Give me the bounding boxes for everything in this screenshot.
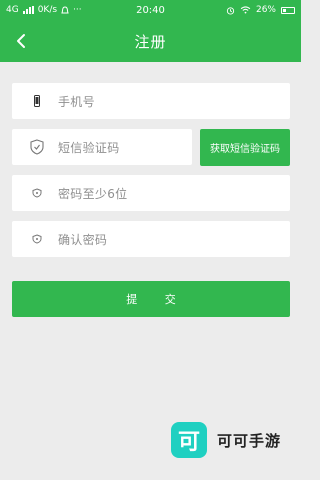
wifi-icon: [240, 6, 251, 14]
confirm-password-placeholder: 确认密码: [58, 232, 108, 247]
page-title: 注册: [134, 32, 167, 51]
watermark-logo: 可: [171, 422, 207, 458]
lock-icon: [28, 188, 46, 198]
phone-placeholder: 手机号: [58, 94, 95, 109]
back-button[interactable]: [10, 30, 32, 52]
more-icon: ···: [73, 5, 82, 15]
status-time: 20:40: [136, 4, 165, 16]
signal-icon: [22, 6, 34, 14]
alarm-icon: [226, 6, 235, 15]
battery-icon: [281, 6, 295, 14]
notification-icon: [61, 5, 69, 13]
get-sms-code-button[interactable]: 获取短信验证码: [200, 129, 290, 166]
watermark-brand: 可可手游: [217, 431, 282, 450]
status-right: 26%: [175, 5, 295, 15]
sms-code-field[interactable]: 短信验证码: [12, 129, 192, 165]
app-header: 注册: [0, 20, 301, 62]
password-placeholder: 密码至少6位: [58, 186, 128, 201]
sms-code-placeholder: 短信验证码: [58, 140, 120, 155]
phone-field[interactable]: 手机号: [12, 83, 290, 119]
chevron-left-icon: [17, 34, 25, 48]
watermark: 可 可可手游: [171, 418, 281, 462]
battery-percent: 26%: [255, 5, 276, 15]
status-left: 4G 0K/s ···: [6, 5, 126, 15]
submit-button[interactable]: 提 交: [12, 281, 290, 317]
network-type: 4G: [6, 5, 19, 15]
status-bar: 4G 0K/s ··· 20:40 26%: [0, 0, 301, 20]
lock-icon: [28, 234, 46, 244]
password-field[interactable]: 密码至少6位: [12, 175, 290, 211]
network-speed: 0K/s: [37, 5, 58, 15]
phone-icon: [28, 95, 46, 107]
shield-icon: [28, 139, 46, 155]
confirm-password-field[interactable]: 确认密码: [12, 221, 290, 257]
